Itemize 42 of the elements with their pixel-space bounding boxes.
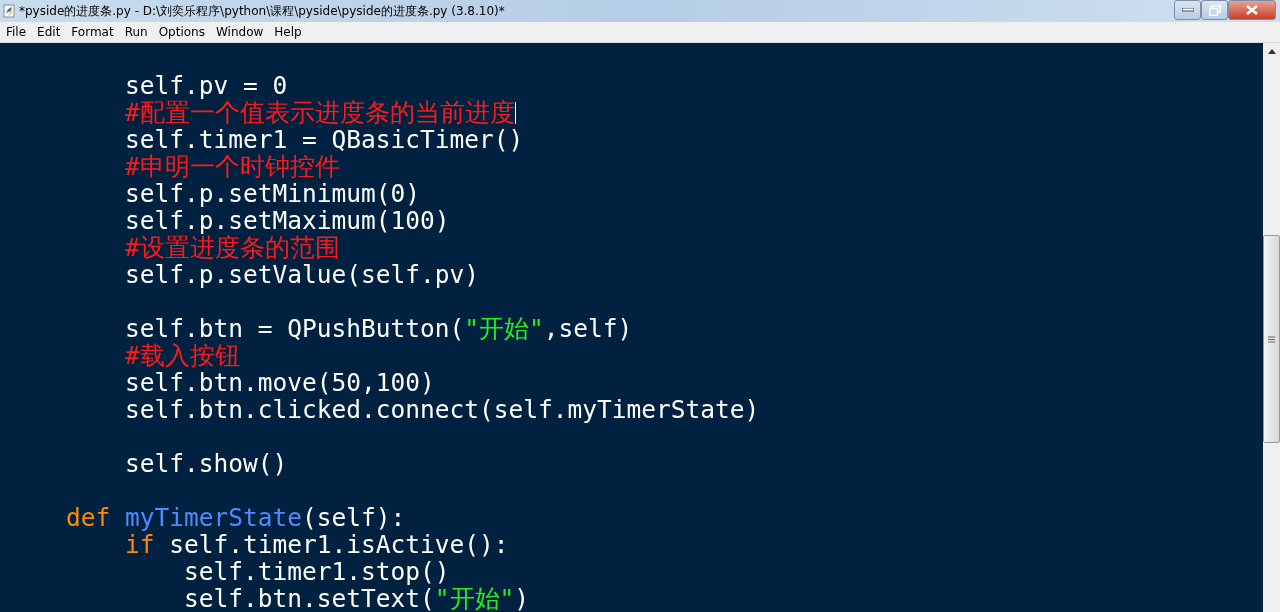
code-text: self.timer1.isActive(): [169, 531, 509, 558]
code-text: self.p.setValue(self.pv) [124, 261, 479, 288]
code-text: self.timer1 = QBasicTimer() [124, 126, 524, 153]
code-text: (self): [302, 504, 406, 531]
code-text: self.btn = QPushButton( [124, 315, 465, 342]
code-comment: #配置一个值表示进度条的当前进度 [124, 99, 515, 126]
code-text: self.btn.clicked.connect(self.myTimerState) [124, 396, 760, 423]
code-text: self.timer1.stop() [183, 558, 450, 585]
scrollbar-thumb[interactable] [1263, 235, 1280, 443]
maximize-button[interactable] [1201, 0, 1228, 20]
menu-item[interactable]: Window [209, 25, 269, 39]
window-title: *pyside的进度条.py - D:\刘奕乐程序\python\课程\pyside\pyside的进度条.py (3.8.10)* [18, 2, 506, 20]
function-name: myTimerState [125, 504, 303, 531]
code-keyword: def [65, 504, 112, 531]
code-comment: #申明一个时钟控件 [124, 153, 340, 180]
scroll-up-icon[interactable] [1267, 49, 1276, 54]
menu-item[interactable]: Edit [31, 25, 66, 39]
code-text: self.p.setMinimum(0) [124, 180, 420, 207]
scrollbar[interactable] [1263, 43, 1280, 612]
code-text: ,self) [543, 315, 633, 342]
minimize-button[interactable] [1174, 0, 1201, 20]
code-text: self.show() [124, 450, 288, 477]
string-literal: "开始" [464, 315, 544, 342]
code-keyword: if [124, 531, 155, 558]
code-text: self.btn.setText( [183, 585, 435, 612]
code-comment: #载入按钮 [124, 342, 240, 369]
menu-item[interactable]: Help [268, 25, 307, 39]
code-text: self.p.setMaximum(100) [124, 207, 450, 234]
python-file-icon [3, 4, 17, 18]
string-literal: "开始" [434, 585, 515, 612]
code-text: self.btn.move(50,100) [124, 369, 435, 396]
menu-item[interactable]: Run [118, 25, 153, 39]
code-comment: #设置进度条的范围 [124, 234, 340, 261]
code-text: self.pv = 0 [124, 72, 288, 99]
minimize-icon [1181, 8, 1194, 12]
menu-item[interactable]: Format [65, 25, 119, 39]
close-button[interactable] [1228, 0, 1276, 20]
close-icon [1246, 5, 1258, 15]
restore-icon [1208, 4, 1221, 16]
menu-item[interactable]: File [0, 25, 32, 39]
code-text: ) [514, 585, 530, 612]
menu-item[interactable]: Options [152, 25, 210, 39]
